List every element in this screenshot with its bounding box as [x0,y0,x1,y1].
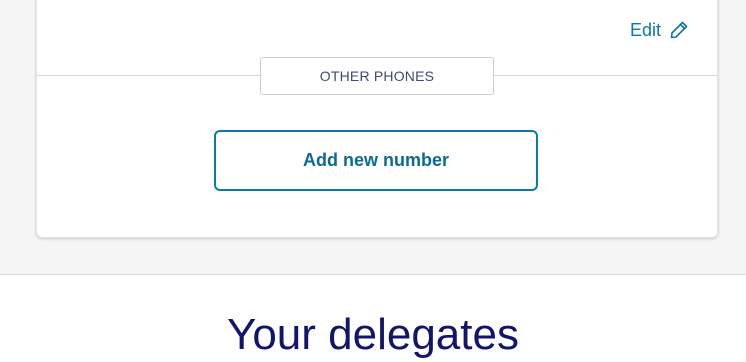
edit-link[interactable]: Edit [630,16,689,44]
add-new-number-button[interactable]: Add new number [214,130,538,191]
delegates-heading: Your delegates [227,310,519,359]
edit-label: Edit [630,19,662,40]
pencil-icon [669,20,689,40]
other-phones-label: OTHER PHONES [260,57,494,95]
contact-numbers-card: Edit OTHER PHONES Add new number [36,0,718,238]
